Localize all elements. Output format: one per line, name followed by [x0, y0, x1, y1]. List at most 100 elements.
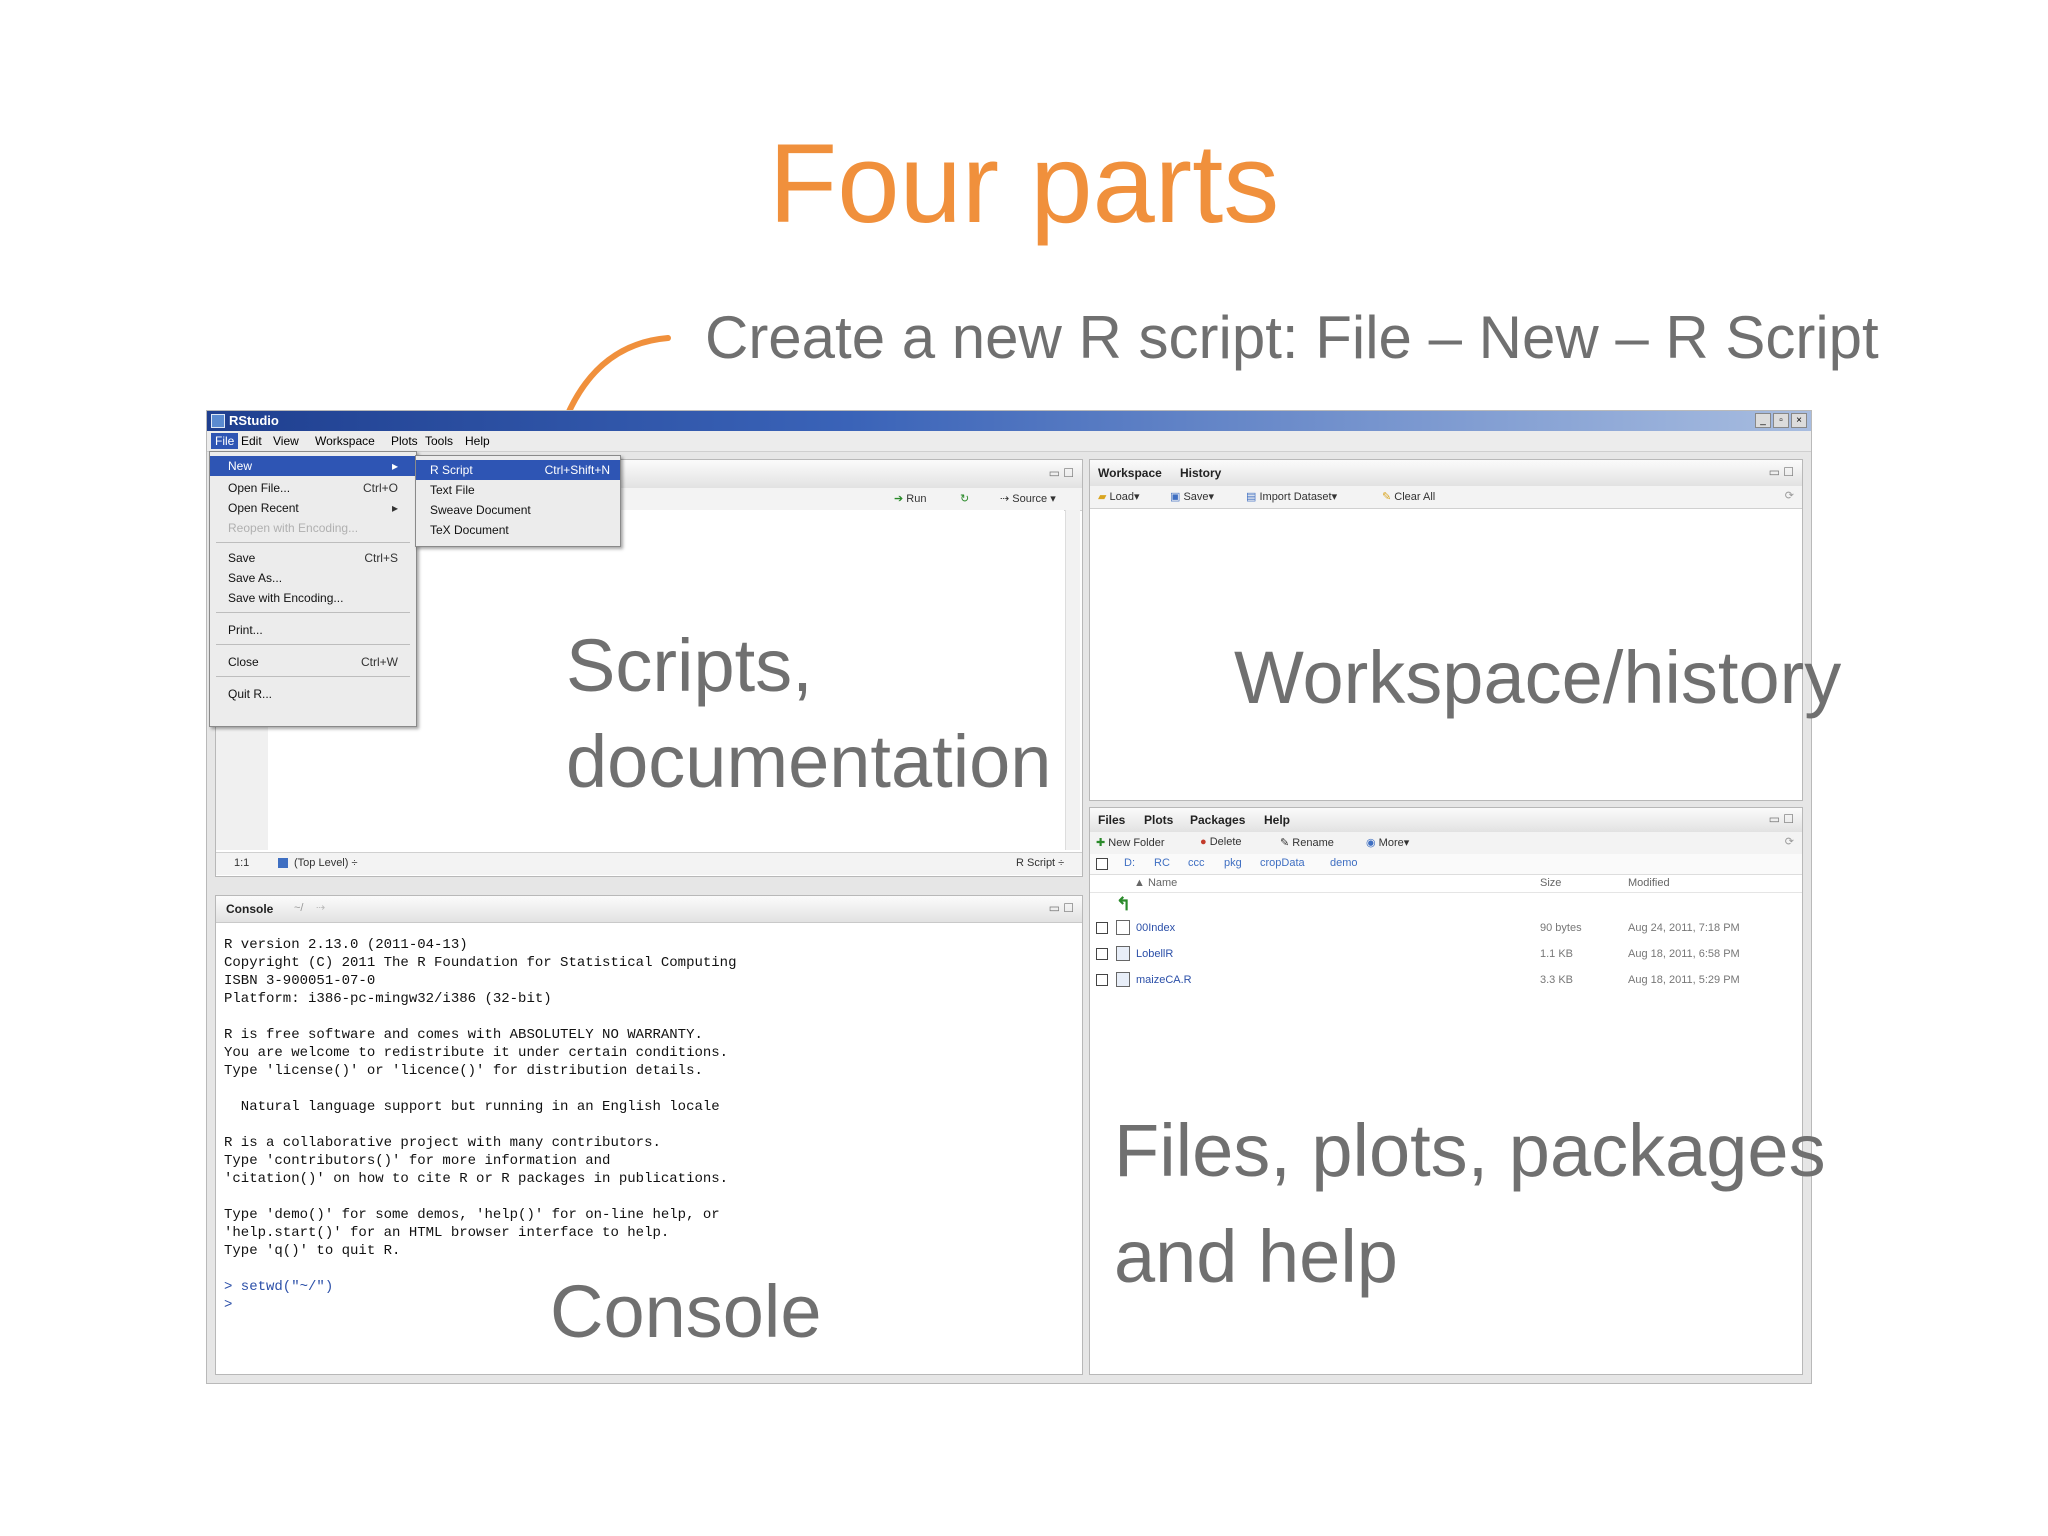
column-modified[interactable]: Modified	[1628, 877, 1670, 889]
column-name[interactable]: ▲ Name	[1134, 877, 1177, 889]
breadcrumb-pkg[interactable]: pkg	[1224, 857, 1242, 869]
source-button[interactable]: ⇢ Source ▾	[1000, 492, 1056, 505]
console-line: R is free software and comes with ABSOLU…	[224, 1027, 703, 1043]
workspace-toolbar: ▰ Load▾ ▣ Save▾ ▤ Import Dataset▾ ✎ Clea…	[1090, 486, 1802, 509]
tab-workspace[interactable]: Workspace	[1098, 466, 1162, 480]
file-name[interactable]: maizeCA.R	[1136, 974, 1192, 986]
console-line: Natural language support but running in …	[224, 1099, 720, 1115]
select-all-checkbox[interactable]	[1096, 858, 1108, 870]
menu-item-close[interactable]: Close Ctrl+W	[210, 652, 416, 672]
label-files-line2: and help	[1114, 1214, 1398, 1298]
delete-button[interactable]: ● Delete	[1200, 836, 1242, 848]
breadcrumb: D: RC ccc pkg cropData demo	[1090, 854, 1802, 875]
pane-minmax-icon[interactable]: ▭ ☐	[1049, 466, 1074, 480]
menu-separator	[216, 612, 410, 613]
file-menu: New ▸ Open File... Ctrl+O Open Recent ▸ Reo…	[209, 451, 417, 727]
column-size[interactable]: Size	[1540, 877, 1561, 889]
menu-view[interactable]: View	[273, 434, 299, 448]
menu-file[interactable]: File	[211, 433, 239, 449]
file-type-selector[interactable]: R Script ÷	[1016, 857, 1064, 869]
menu-item-save-as[interactable]: Save As...	[210, 568, 416, 588]
editor-scrollbar[interactable]	[1065, 510, 1080, 850]
menu-separator	[216, 644, 410, 645]
menu-item-sweave-document[interactable]: Sweave Document	[416, 500, 620, 520]
menu-item-r-script[interactable]: R Script Ctrl+Shift+N	[416, 460, 620, 480]
menu-edit[interactable]: Edit	[241, 434, 262, 448]
title-bar: RStudio _ ▫ ×	[207, 411, 1811, 431]
new-folder-button[interactable]: ✚ New Folder	[1096, 836, 1165, 849]
pane-minmax-icon[interactable]: ▭ ☐	[1769, 812, 1794, 826]
maximize-button[interactable]: ▫	[1773, 413, 1789, 428]
row-checkbox[interactable]	[1096, 922, 1108, 934]
breadcrumb-cropdata[interactable]: cropData	[1260, 857, 1305, 869]
menu-item-save-encoding[interactable]: Save with Encoding...	[210, 588, 416, 608]
r-file-icon	[1116, 972, 1130, 987]
close-button[interactable]: ×	[1791, 413, 1807, 428]
pane-minmax-icon[interactable]: ▭ ☐	[1049, 901, 1074, 915]
tab-packages[interactable]: Packages	[1190, 813, 1245, 827]
load-button[interactable]: ▰ Load▾	[1098, 490, 1140, 503]
rename-button[interactable]: ✎ Rename	[1280, 836, 1334, 849]
menu-bar: File Edit View Workspace Plots Tools Hel…	[207, 431, 1811, 452]
file-icon	[1116, 920, 1130, 935]
menu-help[interactable]: Help	[465, 434, 490, 448]
file-row[interactable]: LobellR 1.1 KB Aug 18, 2011, 6:58 PM	[1090, 944, 1802, 968]
breadcrumb-rc[interactable]: RC	[1154, 857, 1170, 869]
tab-console[interactable]: Console	[226, 902, 273, 916]
row-checkbox[interactable]	[1096, 974, 1108, 986]
tab-plots[interactable]: Plots	[1144, 813, 1173, 827]
label-files-line1: Files, plots, packages	[1114, 1109, 1826, 1192]
tab-files[interactable]: Files	[1098, 813, 1125, 827]
menu-item-print[interactable]: Print...	[210, 620, 416, 640]
more-button[interactable]: ◉ More▾	[1366, 836, 1409, 849]
menu-tools[interactable]: Tools	[425, 434, 453, 448]
console-line: Type 'contributors()' for more informati…	[224, 1153, 611, 1169]
console-line: Type 'demo()' for some demos, 'help()' f…	[224, 1207, 720, 1223]
r-file-icon	[1116, 946, 1130, 961]
file-name[interactable]: LobellR	[1136, 948, 1173, 960]
minimize-button[interactable]: _	[1755, 413, 1771, 428]
file-row[interactable]: 00Index 90 bytes Aug 24, 2011, 7:18 PM	[1090, 918, 1802, 942]
row-checkbox[interactable]	[1096, 948, 1108, 960]
console-line: Platform: i386-pc-mingw32/i386 (32-bit)	[224, 991, 552, 1007]
import-dataset-button[interactable]: ▤ Import Dataset▾	[1246, 490, 1337, 503]
rerun-icon[interactable]: ↻	[960, 492, 969, 505]
refresh-icon[interactable]: ⟳	[1785, 489, 1794, 502]
menu-plots[interactable]: Plots	[391, 434, 418, 448]
breadcrumb-d[interactable]: D:	[1124, 857, 1135, 869]
file-size: 3.3 KB	[1540, 974, 1574, 986]
menu-item-save[interactable]: Save Ctrl+S	[210, 548, 416, 568]
menu-item-tex-document[interactable]: TeX Document	[416, 520, 620, 540]
file-name[interactable]: 00Index	[1136, 922, 1175, 934]
refresh-icon[interactable]: ⟳	[1785, 835, 1794, 848]
parent-folder-icon[interactable]: ↰	[1116, 894, 1131, 915]
breadcrumb-ccc[interactable]: ccc	[1188, 857, 1205, 869]
tab-help[interactable]: Help	[1264, 813, 1290, 827]
menu-item-reopen-encoding: Reopen with Encoding...	[228, 521, 359, 535]
console-line: 'citation()' on how to cite R or R packa…	[224, 1171, 729, 1187]
run-button[interactable]: ➔ Run	[894, 492, 926, 505]
file-modified: Aug 18, 2011, 6:58 PM	[1628, 948, 1740, 960]
tab-history[interactable]: History	[1180, 466, 1221, 480]
console-line: You are welcome to redistribute it under…	[224, 1045, 729, 1061]
console-line: ISBN 3-900051-07-0	[224, 973, 376, 989]
save-button[interactable]: ▣ Save▾	[1170, 490, 1214, 503]
console-path: ~/	[294, 902, 304, 914]
editor-statusbar: 1:1 (Top Level) ÷ R Script ÷	[216, 852, 1082, 875]
menu-item-quit[interactable]: Quit R...	[210, 684, 416, 704]
scope-selector[interactable]: (Top Level) ÷	[294, 857, 358, 869]
menu-item-open-recent[interactable]: Open Recent ▸	[210, 498, 416, 518]
menu-item-new[interactable]: New ▸	[210, 456, 416, 476]
breadcrumb-demo[interactable]: demo	[1330, 857, 1358, 869]
menu-workspace[interactable]: Workspace	[315, 434, 375, 448]
goto-dir-icon[interactable]: ⇢	[316, 901, 325, 914]
menu-item-text-file[interactable]: Text File	[416, 480, 620, 500]
file-row[interactable]: maizeCA.R 3.3 KB Aug 18, 2011, 5:29 PM	[1090, 970, 1802, 994]
menu-item-open-file[interactable]: Open File... Ctrl+O	[210, 478, 416, 498]
clear-all-button[interactable]: ✎ Clear All	[1382, 490, 1435, 503]
pane-minmax-icon[interactable]: ▭ ☐	[1769, 465, 1794, 479]
